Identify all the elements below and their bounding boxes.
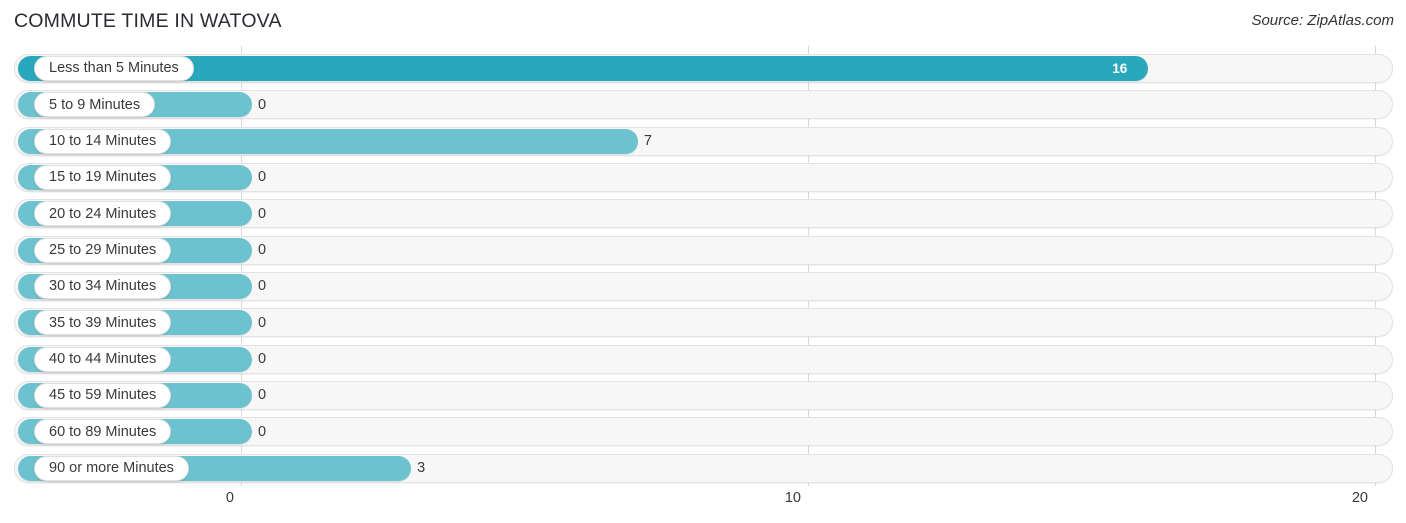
table-row[interactable]: 90 or more Minutes 3 [14, 453, 1393, 483]
category-label: 60 to 89 Minutes [49, 423, 157, 440]
category-label: 15 to 19 Minutes [49, 169, 157, 186]
table-row[interactable]: 25 to 29 Minutes 0 [14, 235, 1393, 265]
bar-rows: Less than 5 Minutes 16 5 to 9 Minutes 0 10 t… [0, 46, 1406, 486]
category-label-pill: 45 to 59 Minutes [34, 382, 172, 408]
bar-value-label: 0 [258, 387, 267, 404]
category-label: 5 to 9 Minutes [49, 96, 141, 113]
bar-value-label: 0 [258, 96, 267, 113]
category-label: 45 to 59 Minutes [49, 387, 157, 404]
bar-value-label: 3 [417, 460, 426, 477]
source-attribution: Source: ZipAtlas.com [1251, 12, 1394, 29]
table-row[interactable]: 20 to 24 Minutes 0 [14, 199, 1393, 229]
category-label: 25 to 29 Minutes [49, 241, 157, 258]
table-row[interactable]: 45 to 59 Minutes 0 [14, 380, 1393, 410]
table-row[interactable]: 60 to 89 Minutes 0 [14, 417, 1393, 447]
table-row[interactable]: Less than 5 Minutes 16 [14, 54, 1393, 83]
table-row[interactable]: 35 to 39 Minutes 0 [14, 308, 1393, 338]
category-label: 90 or more Minutes [49, 459, 174, 476]
bar-value-label: 0 [258, 169, 267, 186]
bar-value-label: 0 [258, 205, 267, 222]
chart-page: COMMUTE TIME IN WATOVA Source: ZipAtlas.… [0, 0, 1406, 523]
category-label: 40 to 44 Minutes [49, 350, 157, 367]
category-label-pill: 10 to 14 Minutes [34, 128, 172, 154]
chart-header: COMMUTE TIME IN WATOVA Source: ZipAtlas.… [0, 0, 1406, 46]
category-label: Less than 5 Minutes [49, 60, 179, 77]
table-row[interactable]: 15 to 19 Minutes 0 [14, 162, 1393, 192]
bar-value-label: 0 [258, 242, 267, 259]
table-row[interactable]: 10 to 14 Minutes 7 [14, 126, 1393, 156]
bar-value-label: 0 [258, 423, 267, 440]
category-label-pill: 15 to 19 Minutes [34, 164, 172, 190]
x-tick-label: 0 [225, 490, 234, 506]
category-label-pill: 90 or more Minutes [34, 455, 189, 481]
category-label: 30 to 34 Minutes [49, 278, 157, 295]
category-label-pill: 30 to 34 Minutes [34, 273, 172, 299]
bar-value-label: 0 [258, 278, 267, 295]
category-label: 10 to 14 Minutes [49, 132, 157, 149]
table-row[interactable]: 40 to 44 Minutes 0 [14, 344, 1393, 374]
category-label-pill: 20 to 24 Minutes [34, 201, 172, 227]
page-title: COMMUTE TIME IN WATOVA [14, 10, 282, 32]
category-label-pill: 5 to 9 Minutes [34, 92, 156, 118]
bar-value-label: 16 [1112, 61, 1128, 76]
category-label-pill: 35 to 39 Minutes [34, 310, 172, 336]
x-axis: 0 10 20 [0, 486, 1406, 523]
plot-area: Less than 5 Minutes 16 5 to 9 Minutes 0 10 t… [0, 46, 1406, 486]
bar-value-label: 7 [643, 133, 652, 150]
x-tick-label: 20 [1351, 490, 1368, 506]
bar-value-label: 0 [258, 314, 267, 331]
bar-value-label: 0 [258, 351, 267, 368]
table-row[interactable]: 5 to 9 Minutes 0 [14, 90, 1393, 120]
category-label-pill: 25 to 29 Minutes [34, 237, 172, 263]
category-label: 35 to 39 Minutes [49, 314, 157, 331]
category-label-pill: Less than 5 Minutes [34, 56, 194, 81]
category-label: 20 to 24 Minutes [49, 205, 157, 222]
x-tick-label: 10 [784, 490, 801, 506]
category-label-pill: 40 to 44 Minutes [34, 346, 172, 372]
table-row[interactable]: 30 to 34 Minutes 0 [14, 271, 1393, 301]
category-label-pill: 60 to 89 Minutes [34, 419, 172, 445]
